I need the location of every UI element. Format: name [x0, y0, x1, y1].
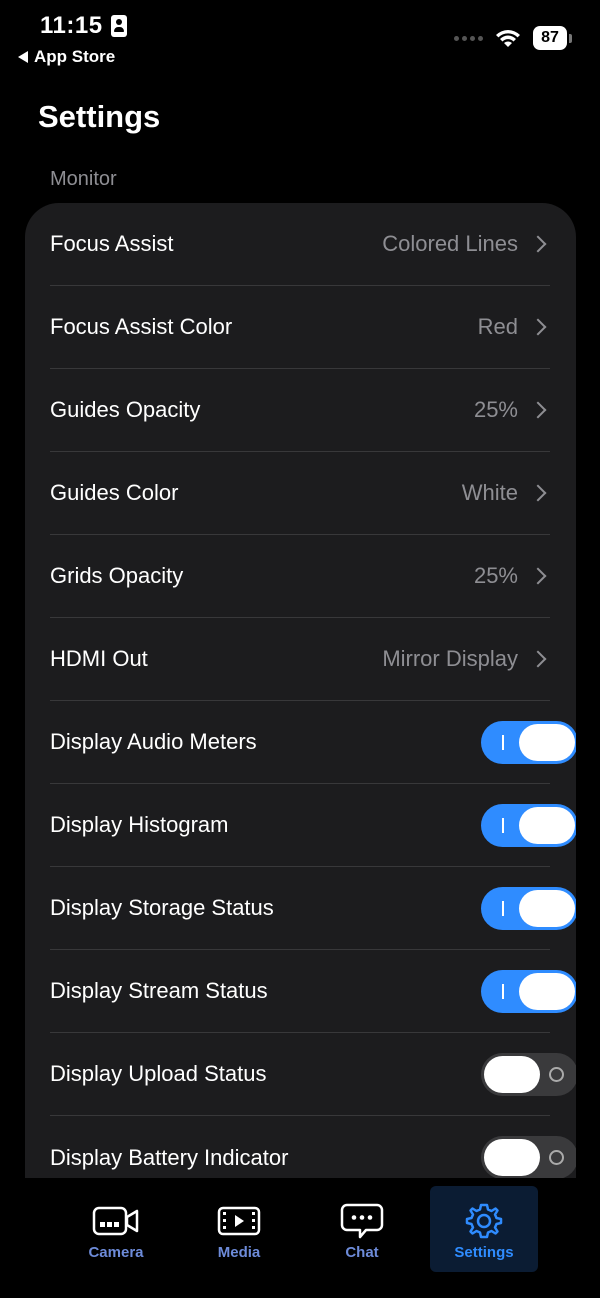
tab-label: Media	[217, 1244, 261, 1261]
row-value: Red	[477, 314, 518, 339]
chevron-right-icon	[529, 567, 547, 585]
chevron-right-icon	[529, 318, 547, 336]
tab-label: Settings	[454, 1244, 514, 1261]
row-focus-assist[interactable]: Focus Assist Colored Lines	[50, 203, 550, 286]
row-grids-opacity[interactable]: Grids Opacity 25%	[50, 535, 550, 618]
row-label: Display Audio Meters	[50, 729, 257, 754]
page-title: Settings	[38, 99, 161, 134]
row-label: Guides Color	[50, 480, 179, 505]
row-value: 25%	[473, 397, 518, 422]
row-display-stream-status: Display Stream Status	[50, 950, 576, 1033]
row-value: Colored Lines	[382, 231, 518, 256]
status-bar-time: 11:15	[40, 12, 127, 40]
row-value: 25%	[473, 563, 518, 588]
row-display-upload-status: Display Upload Status	[50, 1033, 576, 1116]
tab-media[interactable]: Media	[185, 1186, 293, 1272]
status-indicators: 87	[454, 26, 572, 50]
tab-label: Camera	[88, 1244, 144, 1261]
back-to-app-store-link[interactable]: App Store	[18, 47, 115, 67]
tab-camera[interactable]: Camera	[62, 1186, 170, 1272]
audio-meters-toggle[interactable]	[481, 720, 576, 764]
tab-settings[interactable]: Settings	[430, 1186, 538, 1272]
storage-status-toggle[interactable]	[481, 886, 576, 930]
back-triangle-icon	[18, 51, 28, 63]
row-display-audio-meters: Display Audio Meters	[50, 701, 576, 784]
row-label: Guides Opacity	[50, 397, 201, 422]
contact-card-icon	[110, 15, 127, 37]
cellular-signal-icon	[454, 35, 483, 41]
gear-icon	[465, 1203, 503, 1239]
battery-indicator-toggle[interactable]	[481, 1136, 576, 1178]
stream-status-toggle[interactable]	[481, 969, 576, 1013]
tab-label: Chat	[345, 1244, 379, 1261]
film-icon	[217, 1206, 261, 1236]
wifi-icon	[496, 30, 520, 47]
row-hdmi-out[interactable]: HDMI Out Mirror Display	[50, 618, 550, 701]
row-label: Focus Assist Color	[50, 314, 233, 339]
battery-cap	[569, 33, 572, 43]
row-label: Display Battery Indicator	[50, 1144, 289, 1170]
upload-status-toggle[interactable]	[481, 1052, 576, 1096]
row-label: Focus Assist	[50, 231, 174, 256]
row-guides-color[interactable]: Guides Color White	[50, 452, 550, 535]
row-label: Display Stream Status	[50, 978, 268, 1003]
row-label: Display Upload Status	[50, 1061, 267, 1086]
chevron-right-icon	[529, 650, 547, 668]
row-label: Display Storage Status	[50, 895, 274, 920]
row-label: Grids Opacity	[50, 563, 184, 588]
row-display-histogram: Display Histogram	[50, 784, 576, 867]
chat-bubble-icon	[340, 1203, 384, 1239]
histogram-toggle[interactable]	[481, 803, 576, 847]
tab-chat[interactable]: Chat	[308, 1186, 416, 1272]
row-display-storage-status: Display Storage Status	[50, 867, 576, 950]
back-app-label: App Store	[34, 47, 116, 66]
chevron-right-icon	[529, 235, 547, 253]
chevron-right-icon	[529, 484, 547, 502]
section-header-monitor: Monitor	[50, 168, 117, 190]
battery-level: 87	[533, 26, 567, 50]
row-label: Display Histogram	[50, 812, 229, 837]
row-label: HDMI Out	[50, 646, 148, 671]
row-guides-opacity[interactable]: Guides Opacity 25%	[50, 369, 550, 452]
row-display-battery-indicator: Display Battery Indicator	[50, 1116, 576, 1178]
row-value: Mirror Display	[382, 646, 518, 671]
clock-label: 11:15	[40, 12, 103, 39]
battery-indicator: 87	[533, 26, 572, 50]
chevron-right-icon	[529, 401, 547, 419]
row-value: White	[461, 480, 518, 505]
monitor-settings-card: Focus Assist Colored Lines Focus Assist …	[25, 203, 576, 1178]
tab-bar: Camera Media Chat Settings	[0, 1178, 600, 1298]
video-camera-icon	[92, 1206, 139, 1236]
row-focus-assist-color[interactable]: Focus Assist Color Red	[50, 286, 550, 369]
